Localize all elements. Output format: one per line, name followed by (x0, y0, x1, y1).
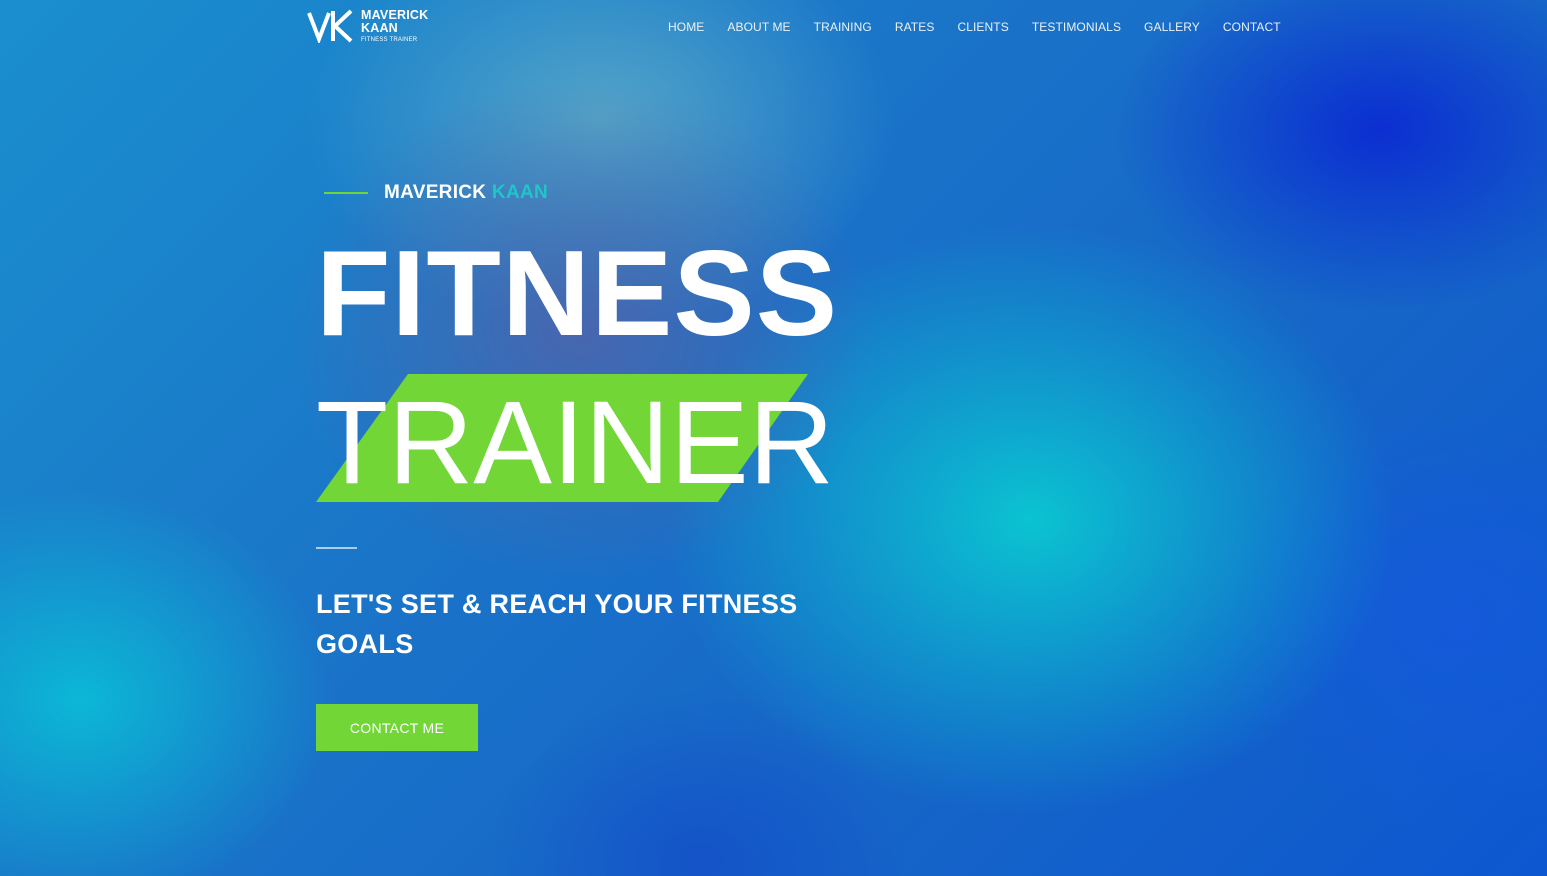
nav-training[interactable]: TRAINING (814, 20, 872, 34)
hero-eyebrow: MAVERICK KAAN (324, 182, 548, 204)
hero-tagline: LET'S SET & REACH YOUR FITNESS GOALS (316, 589, 798, 659)
nav-about-me[interactable]: ABOUT ME (727, 20, 790, 34)
nav-rates[interactable]: RATES (895, 20, 935, 34)
nav-clients[interactable]: CLIENTS (957, 20, 1008, 34)
contact-me-button[interactable]: CONTACT ME (316, 704, 478, 751)
eyebrow-first-name: MAVERICK (384, 182, 487, 203)
hero-heading-line2-block: TRAINER (316, 374, 834, 502)
nav-testimonials[interactable]: TESTIMONIALS (1032, 20, 1121, 34)
nav-gallery[interactable]: GALLERY (1144, 20, 1200, 34)
eyebrow-last-name: KAAN (491, 182, 549, 203)
site-header: MAVERICK KAAN FITNESS TRAINER HOME ABOUT… (0, 0, 1547, 56)
brand-logo[interactable]: MAVERICK KAAN FITNESS TRAINER (307, 9, 428, 43)
nav-home[interactable]: HOME (668, 20, 704, 34)
vk-logo-icon (307, 9, 353, 43)
main-nav: HOME ABOUT ME TRAINING RATES CLIENTS TES… (668, 20, 1281, 34)
brand-name-line2: KAAN (361, 21, 398, 35)
hero-heading-line2: TRAINER (316, 377, 834, 509)
nav-contact[interactable]: CONTACT (1223, 20, 1281, 34)
hero-heading-line1: FITNESS (316, 225, 839, 361)
brand-text: MAVERICK KAAN FITNESS TRAINER (361, 9, 428, 44)
hero-divider (316, 547, 357, 549)
eyebrow-line (324, 192, 368, 194)
eyebrow-text: MAVERICK KAAN (384, 182, 548, 204)
brand-subtitle: FITNESS TRAINER (361, 37, 418, 43)
